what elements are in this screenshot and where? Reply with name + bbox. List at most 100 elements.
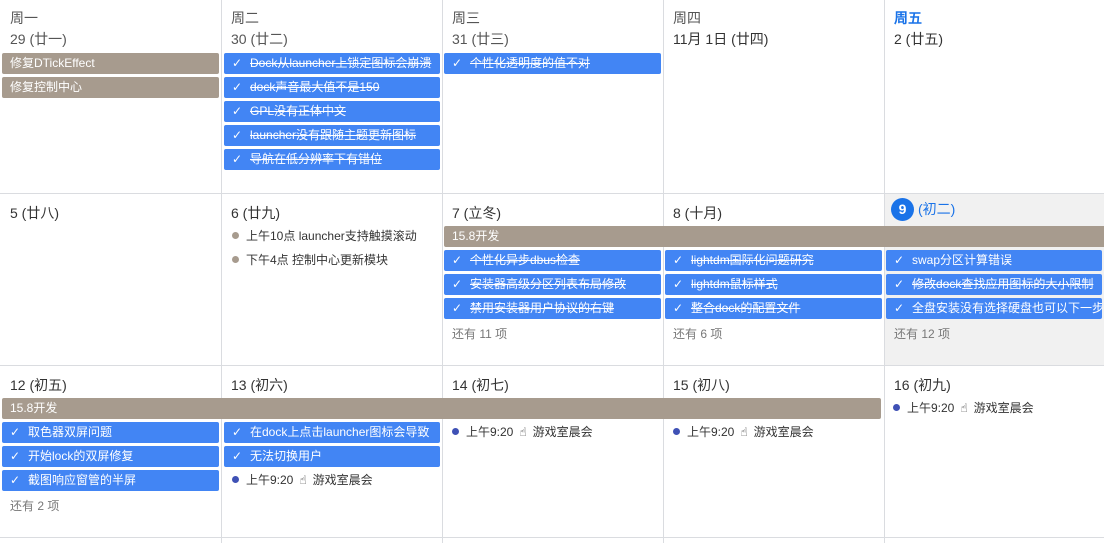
task-bar[interactable]: ✓ dock声音最大值不是150 [224,77,440,98]
timed-event[interactable]: 下午4点 控制中心更新模块 [232,250,388,271]
timed-event[interactable]: 上午9:20 ☝ 游戏室晨会 [893,398,1034,419]
task-bar[interactable]: ✓ 导航在低分辨率下有错位 [224,149,440,170]
event-title: GPL没有正体中文 [250,104,347,118]
check-icon: ✓ [232,80,243,94]
grid-vline [442,0,443,543]
more-link[interactable]: 还有 12 项 [894,325,950,342]
date-label[interactable]: 7 (立冬) [452,203,501,223]
check-icon: ✓ [452,301,463,315]
event-title: 取色器双屏问题 [28,425,113,439]
hand-icon: ☝ [519,425,527,439]
date-label[interactable]: 30 (廿二) [231,29,288,49]
event-title: 游戏室晨会 [973,401,1034,415]
event-bar[interactable]: 15.8开发 [444,226,1104,247]
task-bar[interactable]: ✓ 全盘安装没有选择硬盘也可以下一步 [886,298,1102,319]
grid-vline [663,0,664,543]
task-bar[interactable]: ✓ 开始lock的双屏修复 [2,446,219,467]
event-title: launcher支持触摸滚动 [298,229,417,243]
event-title: 游戏室晨会 [753,425,814,439]
check-icon: ✓ [452,253,463,267]
more-link[interactable]: 还有 6 项 [673,325,722,342]
date-label[interactable]: 11月 1日 (廿四) [673,29,768,49]
date-label[interactable]: 2 (廿五) [894,29,943,49]
event-title: 在dock上点击launcher图标会导致 [250,425,430,439]
task-bar[interactable]: ✓ 无法切换用户 [224,446,440,467]
task-bar[interactable]: ✓ 个性化异步dbus检查 [444,250,661,271]
task-bar[interactable]: ✓ 在dock上点击launcher图标会导致 [224,422,440,443]
weekday-tue: 周二 [231,10,259,26]
event-title: 个性化透明度的值不对 [470,56,591,70]
task-bar[interactable]: ✓ launcher没有跟随主题更新图标 [224,125,440,146]
date-label[interactable]: 16 (初九) [894,375,951,395]
date-label-today[interactable]: 9 (初二) [891,198,955,221]
date-label[interactable]: 29 (廿一) [10,29,67,49]
date-label[interactable]: 5 (廿八) [10,203,59,223]
event-title: 无法切换用户 [250,449,323,463]
event-dot [673,428,680,436]
check-icon: ✓ [452,277,463,291]
weekday-thu: 周四 [673,10,701,26]
hand-icon: ☝ [960,401,968,415]
task-bar[interactable]: ✓ lightdm国际化问题研究 [665,250,882,271]
task-bar[interactable]: ✓ 禁用安装器用户协议的右键 [444,298,661,319]
event-dot [232,232,239,240]
task-bar[interactable]: ✓ GPL没有正体中文 [224,101,440,122]
grid-vline [221,0,222,543]
task-bar[interactable]: ✓ swap分区计算错误 [886,250,1102,271]
event-title: lightdm国际化问题研究 [691,253,814,267]
task-bar[interactable]: ✓ 整合dock的配置文件 [665,298,882,319]
task-bar[interactable]: ✓ 修改dock查找应用图标的大小限制 [886,274,1102,295]
event-title: 截图响应窗管的半屏 [28,473,137,487]
check-icon: ✓ [673,253,684,267]
event-bar[interactable]: 修复控制中心 [2,77,219,98]
more-link[interactable]: 还有 11 项 [452,325,507,342]
check-icon: ✓ [232,425,243,439]
task-bar[interactable]: ✓ 安装器高级分区列表布局修改 [444,274,661,295]
event-title: swap分区计算错误 [912,253,1013,267]
check-icon: ✓ [232,449,243,463]
date-label[interactable]: 14 (初七) [452,375,509,395]
check-icon: ✓ [894,253,905,267]
task-bar[interactable]: ✓ Dock从launcher上锁定图标会崩溃 [224,53,440,74]
timed-event[interactable]: 上午9:20 ☝ 游戏室晨会 [232,470,373,491]
event-title: 安装器高级分区列表布局修改 [470,277,627,291]
event-title: dock声音最大值不是150 [250,80,380,94]
task-bar[interactable]: ✓ 截图响应窗管的半屏 [2,470,219,491]
date-label[interactable]: 15 (初八) [673,375,730,395]
event-time: 上午9:20 [246,473,294,487]
date-label[interactable]: 12 (初五) [10,375,67,395]
date-label[interactable]: 8 (十月) [673,203,722,223]
grid-hline [0,365,1104,366]
event-title: 禁用安装器用户协议的右键 [470,301,615,315]
weekday-mon: 周一 [10,10,38,26]
timed-event[interactable]: 上午9:20 ☝ 游戏室晨会 [673,422,814,443]
event-title: 开始lock的双屏修复 [28,449,134,463]
event-bar[interactable]: 15.8开发 [2,398,881,419]
timed-event[interactable]: 上午10点 launcher支持触摸滚动 [232,226,417,247]
event-title: 15.8开发 [452,229,500,243]
event-title: 修复DTickEffect [10,56,95,70]
timed-event[interactable]: 上午9:20 ☝ 游戏室晨会 [452,422,593,443]
today-badge: 9 [891,198,914,221]
check-icon: ✓ [894,277,905,291]
more-link[interactable]: 还有 2 项 [10,497,59,514]
check-icon: ✓ [232,104,243,118]
check-icon: ✓ [452,56,463,70]
event-time: 上午9:20 [466,425,514,439]
task-bar[interactable]: ✓ 取色器双屏问题 [2,422,219,443]
check-icon: ✓ [894,301,905,315]
task-bar[interactable]: ✓ lightdm鼠标样式 [665,274,882,295]
date-label[interactable]: 13 (初六) [231,375,288,395]
grid-hline [0,193,1104,194]
task-bar[interactable]: ✓ 个性化透明度的值不对 [444,53,661,74]
event-bar[interactable]: 修复DTickEffect [2,53,219,74]
event-time: 上午9:20 [687,425,735,439]
hand-icon: ☝ [299,473,307,487]
date-label[interactable]: 6 (廿九) [231,203,280,223]
date-label[interactable]: 31 (廿三) [452,29,509,49]
check-icon: ✓ [10,473,21,487]
weekday-wed: 周三 [452,10,480,26]
event-dot [232,476,239,484]
event-time: 下午4点 [246,253,289,267]
today-lunar: (初二) [918,201,956,217]
